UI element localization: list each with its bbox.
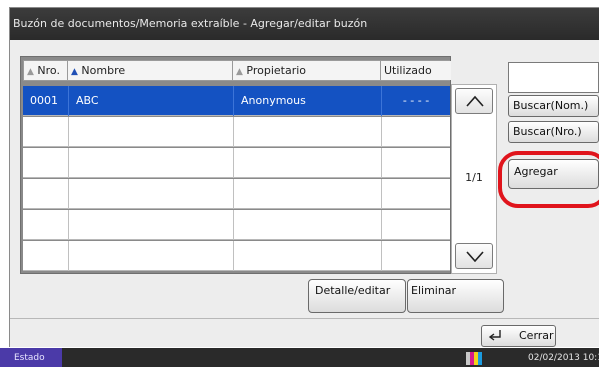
page-down-button[interactable]	[455, 243, 493, 269]
details-edit-button[interactable]: Detalle/editar	[308, 279, 406, 313]
cell-nro: 0001	[23, 86, 69, 116]
cell-utilizado	[382, 148, 450, 178]
toner-level-icon	[466, 352, 483, 365]
chevron-down-icon	[466, 251, 484, 262]
cell-propietario: Anonymous	[234, 86, 382, 116]
table-row[interactable]	[23, 179, 450, 209]
cell-utilizado	[382, 117, 450, 147]
cell-utilizado	[382, 179, 450, 209]
column-label: Nro.	[37, 64, 60, 77]
cell-utilizado	[382, 241, 450, 271]
cell-utilizado	[382, 210, 450, 240]
table-body: 0001 ABC Anonymous - - - -	[23, 86, 450, 271]
page-indicator: 1/1	[465, 171, 483, 184]
column-header-nro[interactable]: ▲ Nro.	[24, 61, 68, 80]
cell-propietario	[234, 117, 382, 147]
page-up-button[interactable]	[455, 88, 493, 114]
cell-propietario	[234, 210, 382, 240]
column-label: Utilizado	[384, 64, 432, 77]
column-label: Propietario	[246, 64, 307, 77]
sort-triangle-grey-icon: ▲	[27, 67, 34, 77]
chevron-up-icon	[466, 95, 484, 107]
cell-nombre	[69, 148, 234, 178]
table-row[interactable]: 0001 ABC Anonymous - - - -	[23, 86, 450, 116]
table-row[interactable]	[23, 241, 450, 271]
date-time: 02/02/2013 10:1	[528, 353, 599, 363]
add-button[interactable]: Agregar	[508, 159, 599, 189]
pager-column: 1/1	[451, 84, 497, 274]
screen: Buzón de documentos/Memoria extraíble - …	[0, 0, 599, 367]
table-row[interactable]	[23, 117, 450, 147]
close-button[interactable]: Cerrar	[481, 325, 556, 347]
delete-button[interactable]: Eliminar	[407, 279, 504, 313]
return-arrow-icon	[488, 330, 501, 341]
cell-propietario	[234, 179, 382, 209]
divider	[10, 318, 599, 319]
cell-nro	[23, 241, 69, 271]
cell-nombre	[69, 117, 234, 147]
column-label: Nombre	[81, 64, 126, 77]
cell-nro	[23, 179, 69, 209]
column-header-nombre[interactable]: ▲ Nombre	[68, 61, 233, 80]
cell-nro	[23, 148, 69, 178]
search-by-number-button[interactable]: Buscar(Nro.)	[508, 121, 599, 143]
status-bar: Estado 02/02/2013 10:1	[0, 348, 599, 367]
cell-nombre: ABC	[69, 86, 234, 116]
cell-nombre	[69, 241, 234, 271]
cell-nro	[23, 117, 69, 147]
cell-nro	[23, 210, 69, 240]
cell-nombre	[69, 210, 234, 240]
cell-propietario	[234, 148, 382, 178]
table-header: ▲ Nro. ▲ Nombre ▲ Propietario Utilizado	[23, 60, 451, 81]
cell-nombre	[69, 179, 234, 209]
window-title: Buzón de documentos/Memoria extraíble - …	[10, 8, 599, 40]
table-row[interactable]	[23, 210, 450, 240]
mailbox-table: ▲ Nro. ▲ Nombre ▲ Propietario Utilizado …	[20, 56, 451, 274]
sort-triangle-blue-icon: ▲	[71, 67, 78, 77]
column-header-utilizado[interactable]: Utilizado	[381, 61, 451, 80]
cell-propietario	[234, 241, 382, 271]
status-button[interactable]: Estado	[0, 348, 62, 367]
table-row[interactable]	[23, 148, 450, 178]
sort-triangle-grey-icon: ▲	[236, 67, 243, 77]
cell-utilizado: - - - -	[402, 94, 430, 107]
column-header-propietario[interactable]: ▲ Propietario	[233, 61, 381, 80]
close-label: Cerrar	[519, 329, 554, 342]
search-input[interactable]	[508, 62, 599, 93]
search-by-name-button[interactable]: Buscar(Nom.)	[508, 95, 599, 117]
